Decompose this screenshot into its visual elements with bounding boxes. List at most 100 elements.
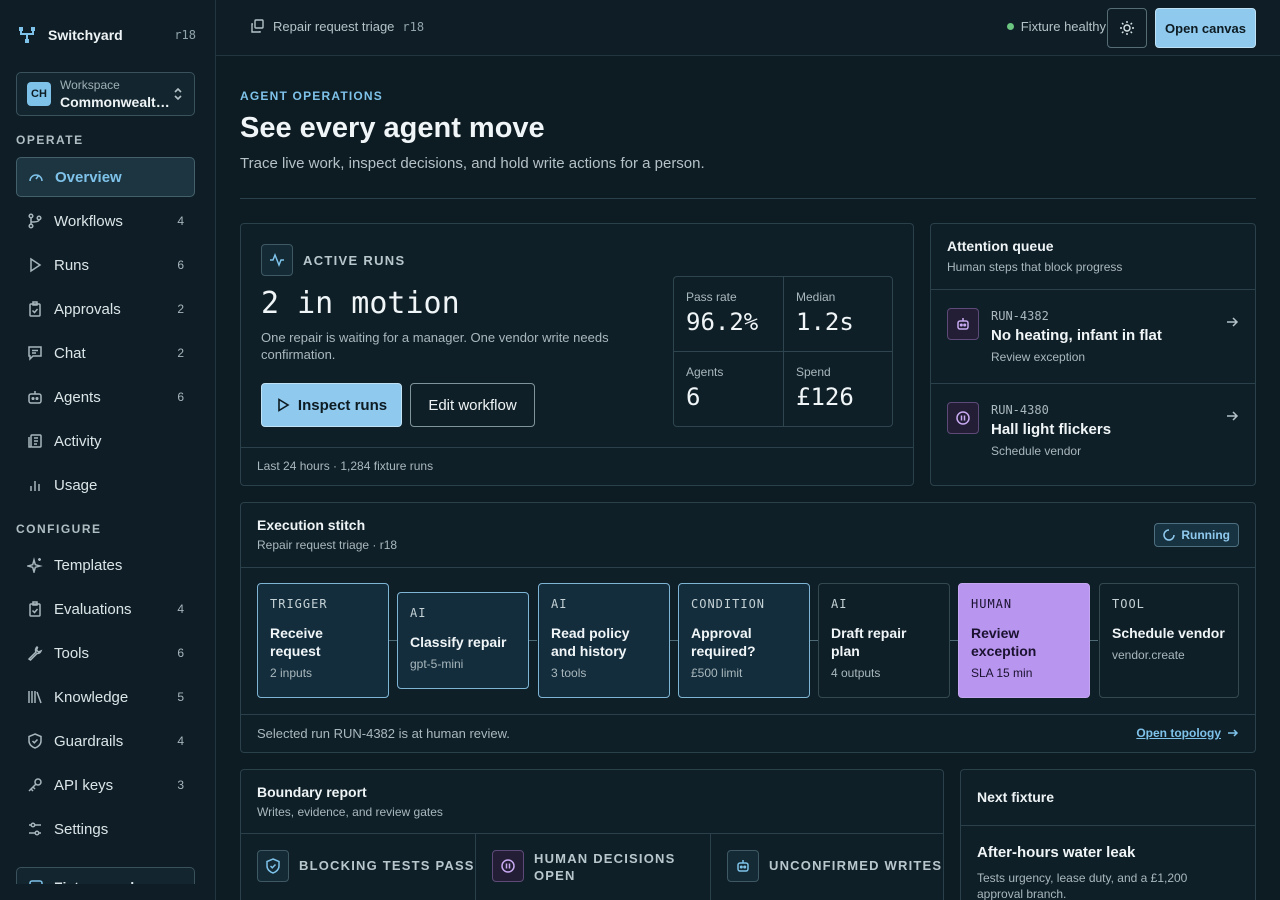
sidebar-item-api-keys[interactable]: API keys 3 [16, 765, 195, 805]
sidebar-item-runs[interactable]: Runs 6 [16, 245, 195, 285]
stat-median: Median 1.2s [784, 277, 894, 352]
sidebar-item-workflows[interactable]: Workflows 4 [16, 201, 195, 241]
sidebar-item-label: Tools [54, 644, 90, 662]
boundary-column: UNCONFIRMED WRITES [711, 834, 945, 900]
workspace-name: Commonwealth Housing [60, 93, 172, 110]
workspace-switcher[interactable]: CH Workspace Commonwealth Housing [16, 72, 195, 116]
pause-icon [947, 402, 979, 434]
execution-stitch-subtitle: Repair request triage · r18 [257, 538, 398, 552]
attention-queue-title: Attention queue [947, 238, 1054, 254]
step-type: TOOL [1112, 597, 1145, 611]
run-name: Hall light flickers [991, 421, 1112, 438]
sidebar-item-label: Evaluations [54, 600, 132, 618]
spinner-icon [1163, 529, 1176, 541]
run-stats-grid: Pass rate 96.2% Median 1.2s Agents 6 Spe… [673, 276, 893, 427]
stat-value: 96.2% [686, 308, 759, 336]
sidebar-item-guardrails[interactable]: Guardrails 4 [16, 721, 195, 761]
step-name: Review exception [971, 625, 1037, 659]
shield-check-icon [27, 733, 43, 749]
status-dot-icon [1006, 23, 1014, 30]
step-condition[interactable]: CONDITION Approval required? £500 limit [678, 583, 810, 698]
sidebar-item-settings[interactable]: Settings [16, 809, 195, 849]
boundary-report-title: Boundary report [257, 784, 367, 800]
step-trigger[interactable]: TRIGGER Receive request 2 inputs [257, 583, 389, 698]
step-human-review[interactable]: HUMAN Review exception SLA 15 min [958, 583, 1090, 698]
switchyard-logo-icon [18, 26, 36, 44]
step-meta: 3 tools [551, 666, 587, 680]
bot-icon [27, 389, 43, 405]
theme-toggle-button[interactable] [1107, 8, 1147, 48]
step-meta: vendor.create [1112, 648, 1185, 662]
clipboard-check-icon [27, 601, 43, 617]
divider [240, 198, 1256, 199]
active-runs-description: One repair is waiting for a manager. One… [261, 330, 609, 362]
sidebar-item-templates[interactable]: Templates [16, 545, 195, 585]
attention-item[interactable]: RUN-4380 Hall light flickers Schedule ve… [931, 383, 1255, 477]
play-icon [276, 398, 290, 412]
sidebar-item-usage[interactable]: Usage [16, 465, 195, 505]
fixture-description: Tests urgency, lease duty, and a £1,200 … [977, 871, 1188, 900]
health-label: Fixture healthy [1020, 19, 1106, 34]
sidebar-item-label: Workflows [54, 212, 123, 230]
sidebar-item-agents[interactable]: Agents 6 [16, 377, 195, 417]
step-draft-plan[interactable]: AI Draft repair plan 4 outputs [818, 583, 950, 698]
sidebar-item-count: 4 [177, 734, 184, 748]
sidebar-item-chat[interactable]: Chat 2 [16, 333, 195, 373]
boundary-column: BLOCKING TESTS PASS [241, 834, 475, 900]
stat-value: 6 [686, 383, 701, 411]
sidebar-item-evaluations[interactable]: Evaluations 4 [16, 589, 195, 629]
selected-run-note: Selected run RUN-4382 is at human review… [257, 726, 510, 741]
workspace-badge: CH [27, 82, 51, 106]
sidebar-fade [0, 884, 215, 900]
run-id: RUN-4380 [991, 403, 1049, 417]
brand[interactable]: Switchyard r18 [18, 26, 196, 44]
step-name: Classify repair [410, 634, 507, 650]
play-icon [27, 257, 43, 273]
sidebar-item-count: 3 [177, 778, 184, 792]
brand-revision: r18 [174, 28, 196, 42]
attention-item[interactable]: RUN-4382 No heating, infant in flat Revi… [931, 289, 1255, 383]
boundary-label: HUMAN DECISIONS OPEN [534, 851, 676, 883]
sidebar-item-label: Settings [54, 820, 109, 838]
step-schedule-vendor[interactable]: TOOL Schedule vendor vendor.create [1099, 583, 1239, 698]
chevron-up-down-icon [172, 87, 184, 101]
breadcrumb-workflow: Repair request triage [273, 19, 395, 34]
stat-pass-rate: Pass rate 96.2% [674, 277, 784, 352]
breadcrumb-revision: r18 [402, 19, 425, 34]
step-type: CONDITION [691, 597, 766, 611]
bot-icon [947, 308, 979, 340]
execution-stitch-title: Execution stitch [257, 517, 366, 533]
step-meta: gpt-5-mini [410, 657, 464, 671]
key-icon [27, 777, 43, 793]
status-label: Running [1181, 528, 1230, 542]
page-title: See every agent move [240, 112, 545, 144]
sidebar-item-tools[interactable]: Tools 6 [16, 633, 195, 673]
boundary-column: HUMAN DECISIONS OPEN [476, 834, 710, 900]
step-classify[interactable]: AI Classify repair gpt-5-mini [397, 592, 529, 689]
sidebar-item-label: Chat [54, 344, 86, 362]
wrench-icon [27, 645, 43, 661]
sidebar-item-label: Knowledge [54, 688, 129, 706]
sidebar-item-label: Runs [54, 256, 90, 274]
open-canvas-button[interactable]: Open canvas [1155, 8, 1256, 48]
inspect-runs-button[interactable]: Inspect runs [261, 383, 402, 427]
sidebar-item-knowledge[interactable]: Knowledge 5 [16, 677, 195, 717]
stat-label: Pass rate [686, 290, 737, 304]
step-read-policy[interactable]: AI Read policy and history 3 tools [538, 583, 670, 698]
topbar: Repair request triage r18 Fixture health… [216, 0, 1280, 56]
active-runs-label: ACTIVE RUNS [303, 253, 406, 268]
stat-value: 1.2s [796, 308, 854, 336]
sidebar-item-overview[interactable]: Overview [16, 157, 195, 197]
sidebar-item-approvals[interactable]: Approvals 2 [16, 289, 195, 329]
bot-icon [727, 850, 759, 882]
stat-agents: Agents 6 [674, 352, 784, 427]
stat-label: Agents [686, 365, 724, 379]
open-topology-link[interactable]: Open topology [1136, 726, 1239, 740]
page-eyebrow: AGENT OPERATIONS [240, 89, 383, 103]
breadcrumb[interactable]: Repair request triage r18 [250, 19, 424, 34]
sidebar-item-count: 4 [177, 214, 184, 228]
boundary-report-subtitle: Writes, evidence, and review gates [257, 805, 443, 819]
active-runs-footer: Last 24 hours · 1,284 fixture runs [241, 447, 913, 485]
edit-workflow-button[interactable]: Edit workflow [410, 383, 535, 427]
sidebar-item-activity[interactable]: Activity [16, 421, 195, 461]
